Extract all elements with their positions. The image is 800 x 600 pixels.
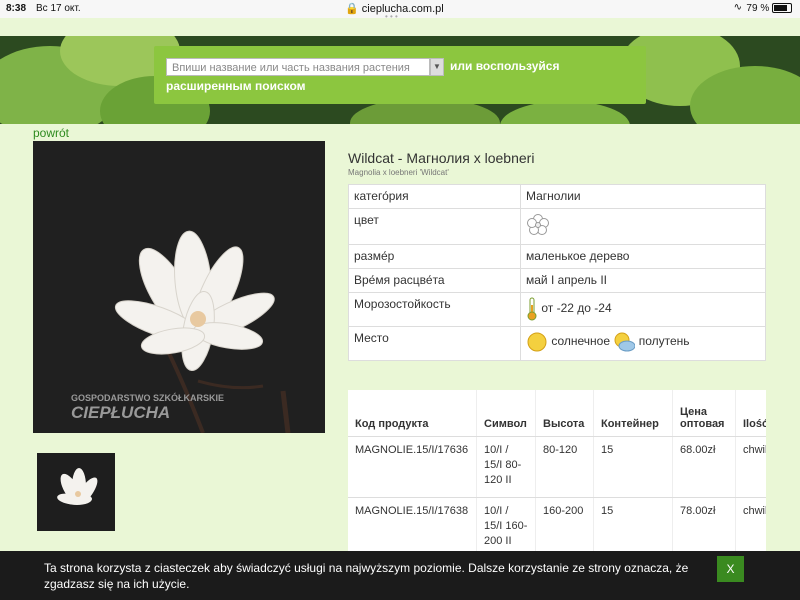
- watermark-line2: CIEPŁUCHA: [71, 403, 171, 422]
- attr-value: Магнолии: [520, 184, 766, 209]
- back-link[interactable]: powrót: [33, 126, 69, 140]
- chevron-down-icon[interactable]: ▼: [430, 58, 444, 76]
- wifi-icon: ∿: [733, 2, 742, 13]
- cell-code: MAGNOLIE.15/I/17636: [348, 436, 477, 498]
- attr-value: маленькое дерево: [520, 244, 766, 269]
- battery-label: 79 %: [746, 3, 770, 14]
- attr-value: от -22 до -24: [520, 292, 766, 327]
- status-time: 8:38: [6, 3, 27, 14]
- thermometer-icon: [527, 297, 537, 321]
- advanced-search-link[interactable]: расширенным поиском: [166, 79, 306, 93]
- cell-qty: chwilo brak: [735, 497, 766, 552]
- cell-container: 15: [593, 497, 673, 552]
- attr-key: разме́р: [348, 244, 521, 269]
- battery-icon: [772, 3, 792, 14]
- cell-symbol: 10/I / 15/I 160-200 II: [476, 497, 536, 552]
- col-header-qty: Ilość: [735, 390, 766, 437]
- attr-value: май I апрель II: [520, 268, 766, 293]
- table-row[interactable]: MAGNOLIE.15/I/17636 10/I / 15/I 80-120 I…: [348, 436, 766, 498]
- table-row[interactable]: MAGNOLIE.15/I/17638 10/I / 15/I 160-200 …: [348, 497, 766, 552]
- attr-row-bloom-time: Вре́мя расцве́та май I апрель II: [348, 268, 766, 293]
- watermark-line1: GOSPODARSTWO SZKÓŁKARSKIE: [71, 393, 225, 403]
- col-header-price: Цена оптовая: [672, 390, 736, 437]
- col-header-symbol: Символ: [476, 390, 536, 437]
- table-header-row: Код продукта Символ Высота Контейнер Цен…: [348, 390, 766, 437]
- attr-row-frost: Морозостойкость от -22 до -24: [348, 292, 766, 327]
- thumbnail-image: [37, 453, 115, 531]
- search-panel: Впиши название или часть названия растен…: [154, 46, 646, 104]
- partial-shade-icon: [614, 332, 636, 352]
- cell-height: 80-120: [535, 436, 594, 498]
- sun-icon: [527, 332, 547, 352]
- attr-key: катего́рия: [348, 184, 521, 209]
- address-url: cieplucha.com.pl: [361, 3, 444, 15]
- attr-key: Вре́мя расцве́та: [348, 268, 521, 293]
- position-sun: солнечное: [551, 334, 611, 349]
- attr-row-position: Место солнечное полутень: [348, 326, 766, 361]
- status-date: Вс 17 окт.: [36, 3, 81, 14]
- variants-table: Код продукта Символ Высота Контейнер Цен…: [348, 390, 766, 552]
- cell-symbol: 10/I / 15/I 80-120 II: [476, 436, 536, 498]
- photo-watermark: GOSPODARSTWO SZKÓŁKARSKIE CIEPŁUCHA: [43, 393, 224, 423]
- white-flower-icon: [527, 214, 549, 235]
- cookie-close-button[interactable]: X: [717, 556, 744, 582]
- cell-height: 160-200: [535, 497, 594, 552]
- battery-status: 79 %: [746, 3, 792, 14]
- attributes-table: катего́рия Магнолии цвет разме́р маленьк…: [348, 184, 766, 361]
- cell-price: 78.00zł: [672, 497, 736, 552]
- frost-value: от -22 до -24: [541, 301, 612, 316]
- search-input[interactable]: Впиши название или часть названия растен…: [166, 58, 430, 76]
- attr-row-color: цвет: [348, 208, 766, 245]
- cookie-text: Ta strona korzysta z ciasteczek aby świa…: [44, 561, 689, 591]
- magnolia-flower-image: [33, 141, 325, 433]
- cell-code: MAGNOLIE.15/I/17638: [348, 497, 477, 552]
- attr-key: Морозостойкость: [348, 292, 521, 327]
- variants-table-container[interactable]: Код продукта Символ Высота Контейнер Цен…: [348, 390, 766, 552]
- attr-row-size: разме́р маленькое дерево: [348, 244, 766, 269]
- product-title: Wildcat - Магнолия x loebneri: [348, 150, 535, 166]
- search-alt-text: или воспользуйся: [450, 59, 560, 73]
- position-partial: полутень: [638, 334, 690, 349]
- col-header-code: Код продукта: [348, 390, 477, 437]
- tab-dots: • • •: [385, 12, 398, 21]
- attr-value: [520, 208, 766, 245]
- product-photo[interactable]: GOSPODARSTWO SZKÓŁKARSKIE CIEPŁUCHA: [33, 141, 325, 433]
- status-bar: 8:38 Вс 17 окт. 🔒 cieplucha.com.pl • • •…: [0, 0, 800, 21]
- product-latin-name: Magnolia x loebneri 'Wildcat': [348, 168, 449, 177]
- col-header-container: Контейнер: [593, 390, 673, 437]
- cookie-banner: Ta strona korzysta z ciasteczek aby świa…: [0, 551, 800, 600]
- cell-price: 68.00zł: [672, 436, 736, 498]
- attr-row-category: катего́рия Магнолии: [348, 184, 766, 209]
- attr-key: Место: [348, 326, 521, 361]
- attr-value: солнечное полутень: [520, 326, 766, 361]
- attr-key: цвет: [348, 208, 521, 245]
- photo-thumbnail[interactable]: [37, 453, 115, 531]
- cell-container: 15: [593, 436, 673, 498]
- col-header-height: Высота: [535, 390, 594, 437]
- cell-qty: chwilo brak: [735, 436, 766, 498]
